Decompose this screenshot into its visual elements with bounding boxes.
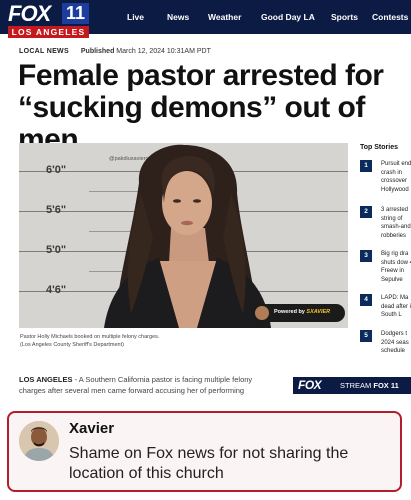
logo-number: 11	[62, 3, 89, 24]
avatar-person-icon	[19, 421, 59, 461]
published-label: Published	[80, 48, 115, 55]
mugshot-person-image	[104, 144, 271, 328]
stream-brand: FOX	[298, 378, 322, 392]
story-rank: 4	[360, 294, 372, 306]
stream-label: STREAM	[340, 381, 372, 390]
logo-city: LOS ANGELES	[8, 26, 89, 38]
fox11-logo[interactable]: FOX 11 LOS ANGELES	[8, 1, 89, 38]
logo-brand: FOX	[8, 1, 51, 26]
story-rank: 2	[360, 206, 372, 218]
nav-news[interactable]: News	[167, 0, 189, 34]
story-title[interactable]: Dodgers t 2024 seas schedule	[381, 330, 411, 356]
story-rank: 5	[360, 330, 372, 342]
story-title[interactable]: Big rig dra shuts dow 405 Freew in Sepul…	[381, 250, 411, 284]
badge-brand: SXAVIER	[306, 309, 331, 315]
powered-by-badge: Powered by SXAVIER	[253, 304, 345, 322]
dateline: LOS ANGELES	[19, 375, 73, 384]
stream-fox11-banner[interactable]: FOX STREAM FOX 11	[293, 377, 411, 394]
article-body: LOS ANGELES - A Southern California past…	[19, 374, 279, 396]
comment-card: Xavier Shame on Fox news for not sharing…	[7, 411, 402, 492]
article-meta: LOCAL NEWS Published March 12, 2024 10:3…	[19, 48, 211, 55]
story-title[interactable]: LAPD: Ma dead after in South L	[381, 294, 411, 320]
top-story-item[interactable]: 4 LAPD: Ma dead after in South L	[360, 294, 411, 334]
top-story-item[interactable]: 2 3 arrested string of smash-and robberi…	[360, 206, 411, 246]
comment-text: Shame on Fox news for not sharing the lo…	[69, 445, 349, 482]
story-rank: 1	[360, 160, 372, 172]
badge-prefix: Powered by	[274, 309, 305, 315]
section-link[interactable]: LOCAL NEWS	[19, 48, 69, 55]
published-date: March 12, 2024 10:31AM PDT	[116, 48, 211, 55]
site-header: FOX 11 LOS ANGELES Live News Weather Goo…	[0, 0, 411, 38]
top-story-item[interactable]: 5 Dodgers t 2024 seas schedule	[360, 330, 411, 370]
top-story-item[interactable]: 1 Pursuit end crash in crossover Hollywo…	[360, 160, 411, 200]
avatar[interactable]	[19, 421, 59, 461]
nav-good-day-la[interactable]: Good Day LA	[261, 0, 315, 34]
top-stories-title: Top Stories	[360, 144, 398, 151]
article-photo[interactable]: 6'0" 5'6" 5'0" 4'6" @pakdiuxavierog Powe…	[19, 143, 348, 328]
nav-live[interactable]: Live	[127, 0, 144, 34]
comment-author[interactable]: Xavier	[69, 420, 114, 437]
article-headline: Female pastor arrested for “sucking demo…	[18, 59, 384, 156]
caption-line: Pastor Holly Michaels booked on multiple…	[20, 334, 160, 340]
caption-credit: (Los Angeles County Sheriff's Department…	[20, 342, 124, 348]
story-rank: 3	[360, 250, 372, 262]
badge-avatar-icon	[255, 306, 269, 320]
nav-contests[interactable]: Contests	[372, 0, 408, 34]
top-story-item[interactable]: 3 Big rig dra shuts dow 405 Freew in Sep…	[360, 250, 411, 290]
story-title[interactable]: Pursuit end crash in crossover Hollywood	[381, 160, 411, 194]
nav-weather[interactable]: Weather	[208, 0, 241, 34]
story-title[interactable]: 3 arrested string of smash-and robberies	[381, 206, 411, 240]
stream-channel: FOX 11	[373, 381, 399, 390]
nav-sports[interactable]: Sports	[331, 0, 358, 34]
photo-caption: Pastor Holly Michaels booked on multiple…	[20, 333, 320, 349]
